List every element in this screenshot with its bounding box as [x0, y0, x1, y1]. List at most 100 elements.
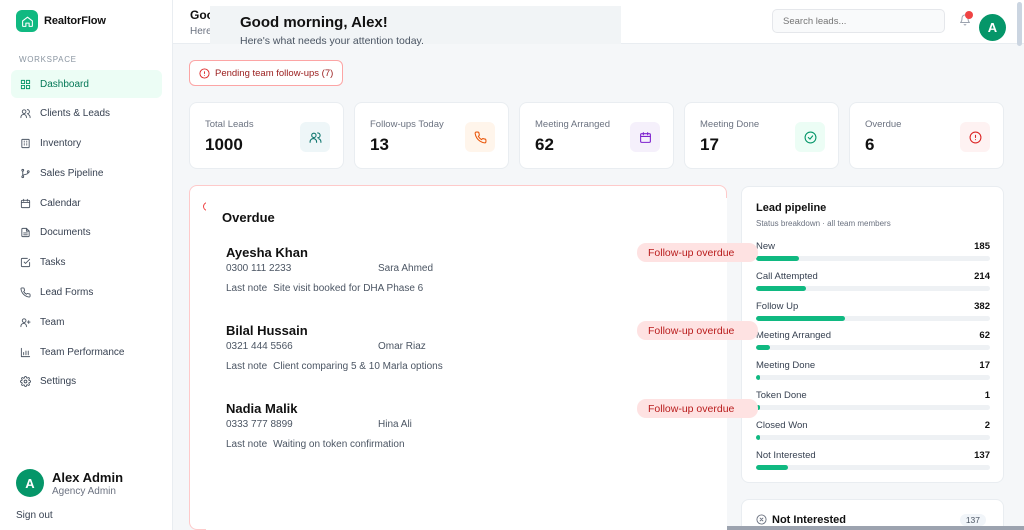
sidebar-item-lead-forms[interactable]: Lead Forms [11, 279, 162, 307]
lead-phone: 0300 111 2233 [226, 263, 292, 274]
sidebar-nav: Dashboard Clients & Leads Inventory Sales P… [11, 70, 162, 398]
stat-label: Meeting Arranged [535, 119, 610, 130]
stage-name: Closed Won [756, 419, 808, 431]
sidebar-item-label: Settings [40, 376, 77, 388]
gear-icon [20, 376, 31, 388]
alert-circle-icon [199, 67, 210, 79]
stat-value: 6 [865, 135, 875, 154]
sidebar-item-inventory[interactable]: Inventory [11, 130, 162, 158]
stat-card-overdue[interactable]: Overdue 6 [849, 102, 1004, 169]
stage-count: 185 [974, 241, 990, 252]
stage-name: Call Attempted [756, 270, 818, 282]
stat-icon-box [300, 122, 330, 152]
stat-label: Follow-ups Today [370, 119, 444, 130]
building-icon [21, 139, 30, 149]
phone-icon [474, 131, 486, 143]
grid-icon [20, 79, 31, 89]
sidebar-item-dashboard[interactable]: Dashboard [11, 70, 162, 98]
stage-bar-fill [756, 375, 760, 381]
overdue-title: Overdue [222, 210, 275, 225]
stage-bar-fill [756, 256, 800, 261]
not-interested-label: Not Interested [772, 514, 846, 526]
stat-value: 1000 [205, 135, 243, 154]
stage-bar-fill [756, 285, 806, 291]
sidebar-item-sales-pipeline[interactable]: Sales Pipeline [11, 159, 162, 187]
stat-icon-box [960, 122, 990, 152]
stat-label: Overdue [865, 119, 902, 130]
header-avatar[interactable]: A [979, 14, 1006, 41]
sidebar-item-team[interactable]: Team [11, 308, 162, 336]
stat-icon-box [795, 122, 825, 152]
stage-count: 1 [984, 390, 990, 401]
lead-phone: 0333 777 8899 [226, 419, 293, 430]
stage-count: 17 [979, 360, 990, 372]
user-role: Agency Admin [52, 485, 116, 497]
checkbox-icon [20, 258, 31, 268]
stat-card-meeting-arranged[interactable]: Meeting Arranged 62 [519, 102, 674, 169]
sign-out-link[interactable]: Sign out [16, 510, 53, 521]
overdue-badge: Follow-up overdue [637, 399, 758, 418]
stage-bar-track [756, 345, 990, 351]
stage-bar-track [756, 434, 990, 440]
lead-note: Last note Waiting on token confirmation [226, 439, 405, 450]
sidebar-item-label: Dashboard [40, 78, 89, 90]
app-name: RealtorFlow [44, 15, 106, 27]
note-label: Last note [226, 439, 268, 450]
sidebar-item-calendar[interactable]: Calendar [11, 189, 162, 217]
stat-label: Total Leads [205, 119, 254, 130]
stage-bar-track [756, 375, 990, 381]
stage-bar-fill [756, 434, 760, 440]
bar-chart-icon [20, 347, 31, 357]
bell-icon[interactable] [959, 11, 973, 26]
note-text: Waiting on token confirmation [273, 439, 405, 450]
user-plus-icon [20, 318, 31, 327]
sidebar-item-clients-leads[interactable]: Clients & Leads [11, 100, 162, 128]
house-icon [16, 10, 38, 32]
sidebar-item-label: Lead Forms [40, 287, 94, 299]
pending-follow-ups-button[interactable]: Pending team follow-ups (7) [189, 60, 344, 86]
avatar: A [16, 469, 44, 497]
sidebar-item-label: Team [40, 316, 65, 328]
stage-bar-track [756, 464, 990, 470]
sidebar-item-label: Clients & Leads [40, 108, 111, 120]
sidebar-item-team-performance[interactable]: Team Performance [11, 338, 162, 366]
alert-circle-icon [969, 131, 981, 143]
stat-card-follow-ups-today[interactable]: Follow-ups Today 13 [354, 102, 509, 169]
sidebar-item-documents[interactable]: Documents [11, 219, 162, 247]
users-icon [20, 109, 31, 119]
lead-pipeline-card: Lead pipeline Status breakdown · all tea… [741, 186, 1004, 483]
note-text: Site visit booked for DHA Phase 6 [273, 283, 424, 294]
search-input[interactable] [772, 9, 945, 33]
sidebar-item-label: Sales Pipeline [40, 167, 104, 179]
stage-count: 137 [974, 449, 990, 461]
workspace-label: WORKSPACE [19, 55, 77, 64]
phone-icon [20, 287, 31, 298]
user-name: Alex Admin [52, 469, 124, 485]
sidebar-item-label: Team Performance [40, 346, 125, 358]
scrollbar[interactable] [1017, 2, 1022, 46]
stage-count: 62 [979, 330, 990, 342]
stat-icon-box [465, 122, 495, 152]
pipeline-title: Lead pipeline [756, 202, 827, 214]
lead-note: Last note Site visit booked for DHA Phase… [226, 283, 423, 294]
sidebar-item-tasks[interactable]: Tasks [11, 249, 162, 277]
stage-bar-track [756, 256, 990, 261]
stage-name: Meeting Arranged [756, 330, 831, 342]
not-interested-count: 137 [959, 514, 986, 526]
greeting-subtitle: Here's what needs your attention today. [240, 35, 424, 47]
stat-card-meeting-done[interactable]: Meeting Done 17 [684, 102, 839, 169]
stage-bar-fill [756, 345, 771, 351]
stage-bar-track [756, 315, 990, 321]
sidebar: RealtorFlow WORKSPACE Dashboard Clients &… [0, 0, 173, 530]
stat-value: 17 [700, 135, 719, 154]
sidebar-item-settings[interactable]: Settings [11, 368, 162, 396]
file-icon [21, 228, 30, 238]
stage-count: 382 [974, 300, 990, 312]
lead-owner: Omar Riaz [378, 341, 426, 352]
check-circle-icon [804, 131, 816, 143]
stat-card-total-leads[interactable]: Total Leads 1000 [189, 102, 344, 169]
stage-count: 2 [984, 419, 990, 431]
user-profile[interactable]: A Alex Admin Agency Admin [16, 469, 123, 497]
app-logo[interactable]: RealtorFlow [16, 10, 106, 32]
overdue-badge: Follow-up overdue [637, 321, 758, 340]
